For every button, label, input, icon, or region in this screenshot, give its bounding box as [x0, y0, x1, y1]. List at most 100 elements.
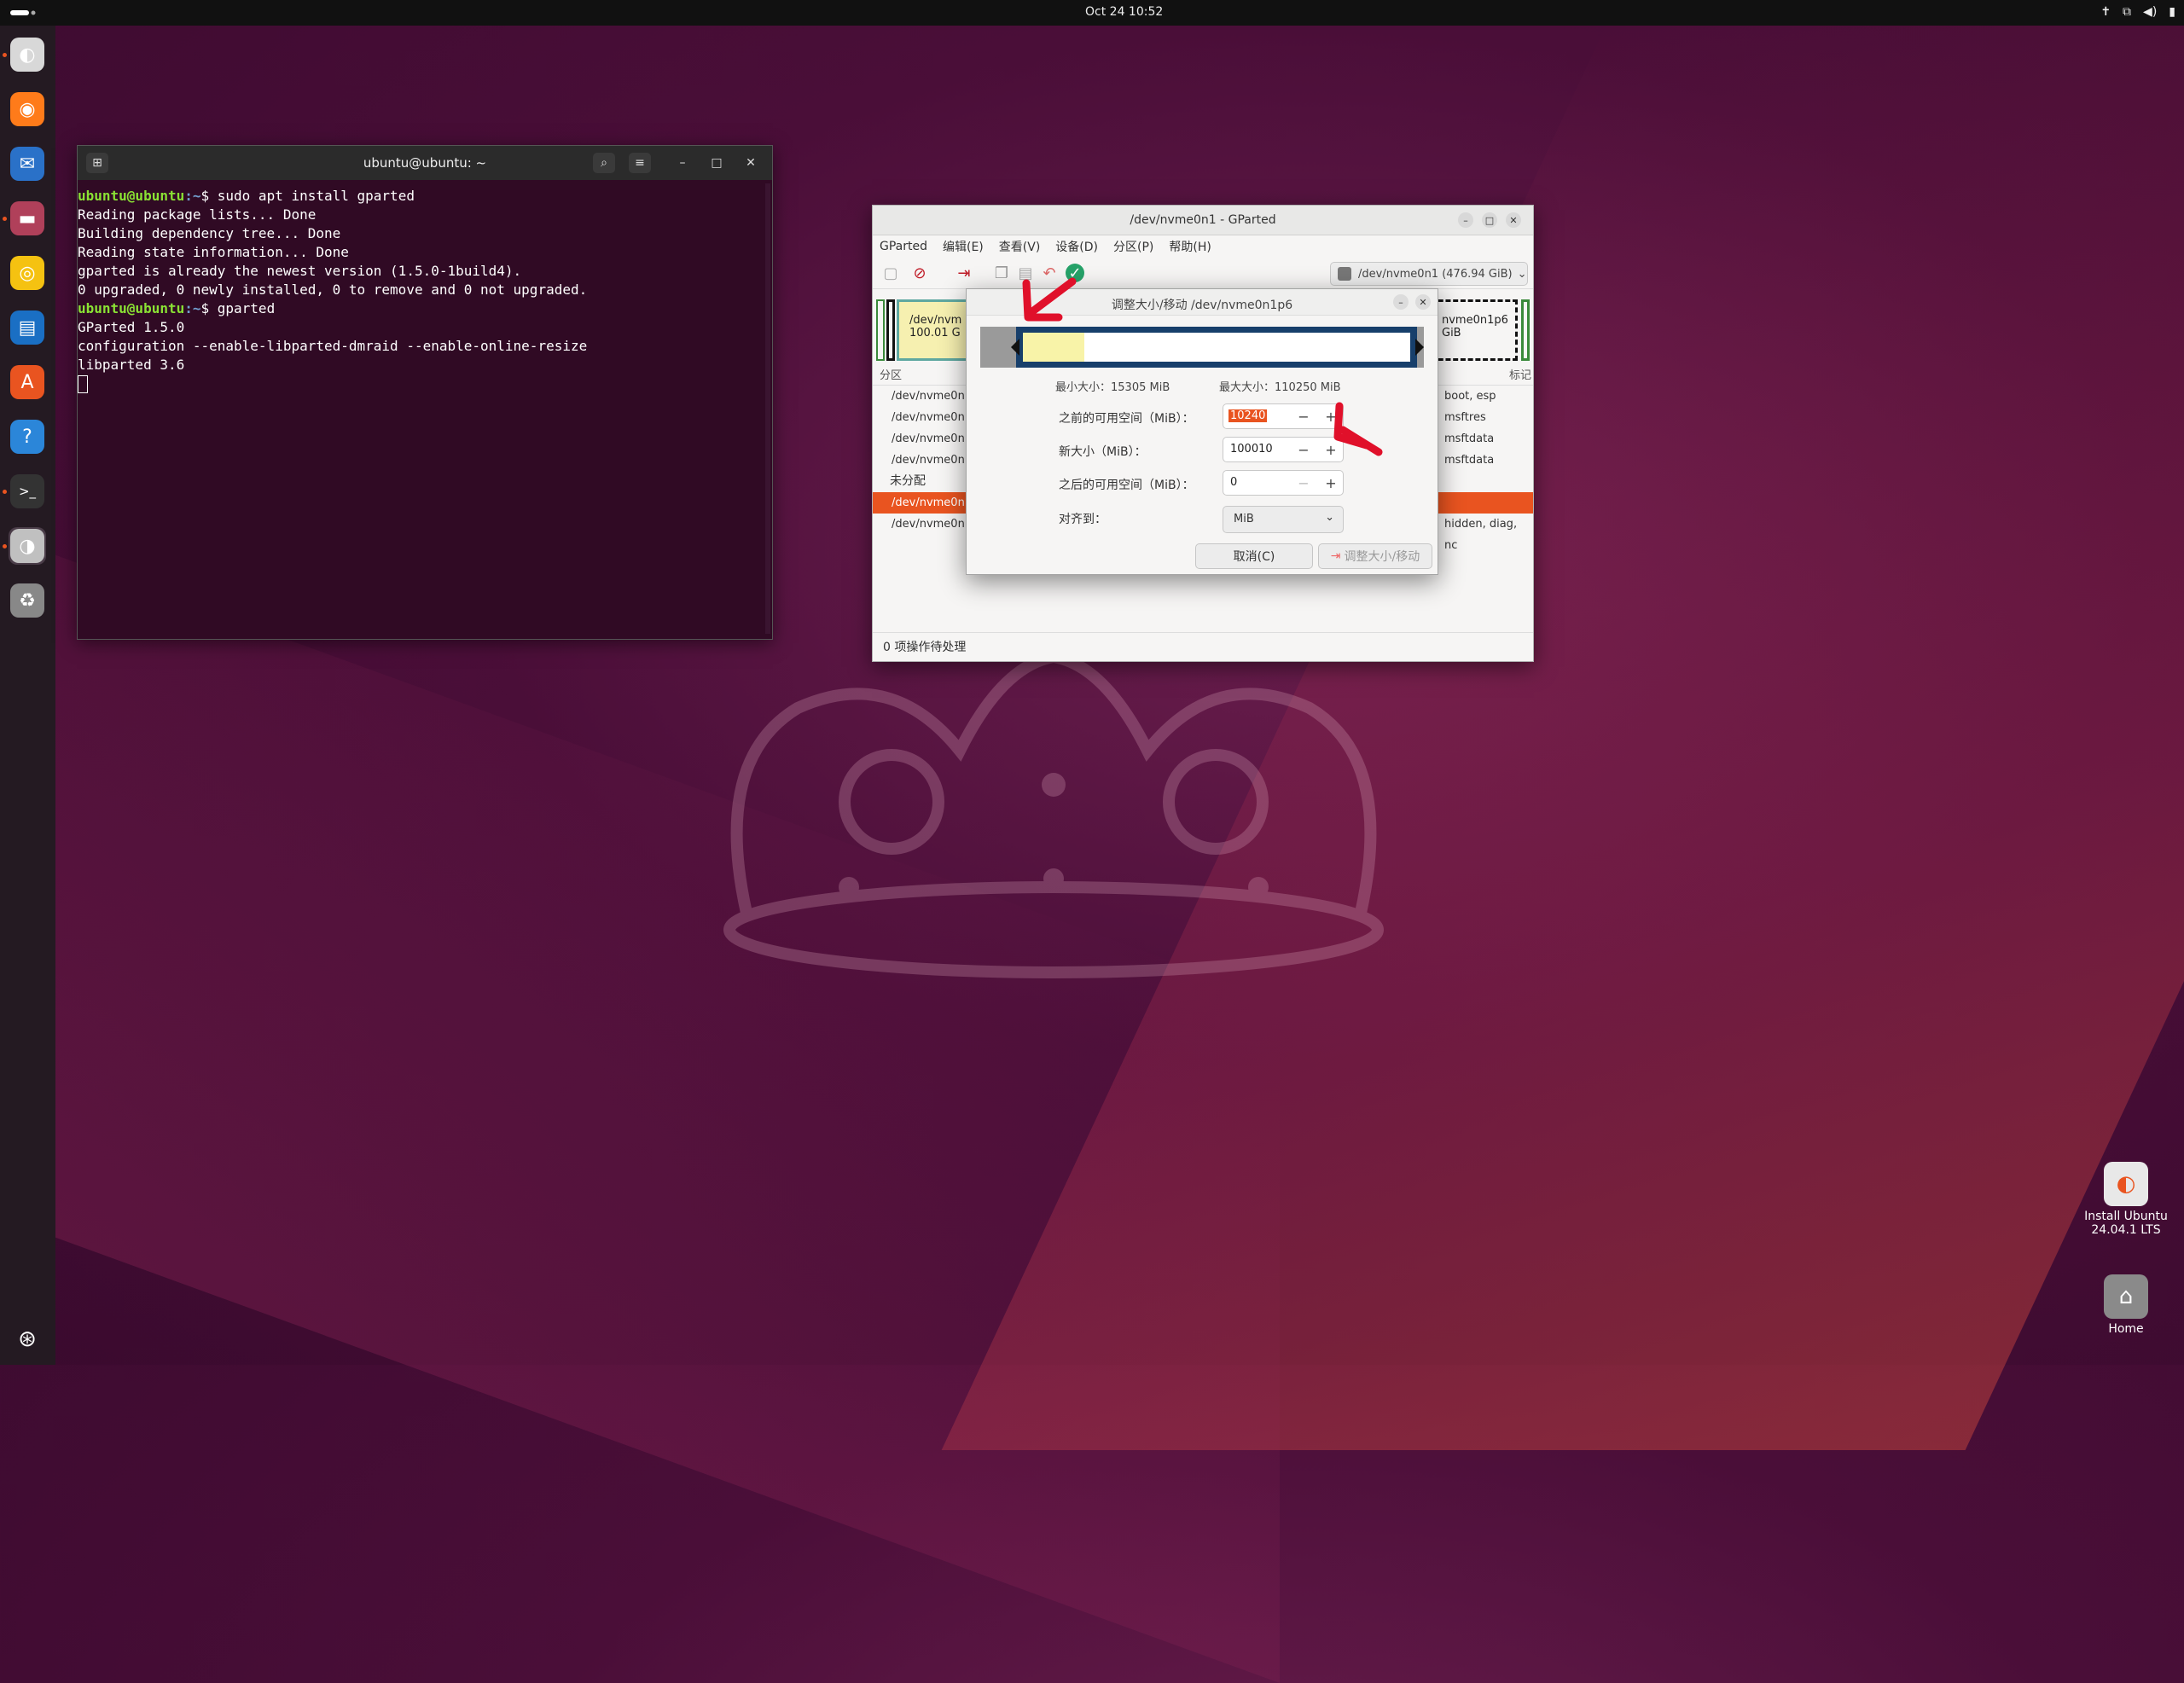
menu-item-1[interactable]: 编辑(E) — [943, 238, 984, 255]
volume-icon[interactable]: ◀) — [2143, 5, 2157, 19]
terminal-header[interactable]: ⊞ ubuntu@ubuntu: ~ ⌕ ≡ – □ ✕ — [78, 146, 772, 180]
cancel-label: 取消(C) — [1233, 550, 1275, 564]
row-partition: /dev/nvme0n — [892, 454, 965, 467]
free-after-spin[interactable]: 0 − + — [1223, 470, 1344, 496]
delete-icon[interactable]: ⊘ — [910, 264, 929, 282]
dock: ◐ ◉ ✉ ▬ ◎ ▤ A? >_ ◑ ♻ ⊛ — [0, 26, 55, 1365]
toolbar: ▢ ⊘ ⇥ ❐ ▤ ↶ ✓ /dev/nvme0n1 (476.94 GiB) ⌄ — [873, 258, 1533, 289]
show-apps-icon[interactable]: ⊛ — [9, 1320, 46, 1358]
resize-move-button[interactable]: ⇥ 调整大小/移动 — [1318, 543, 1432, 569]
cancel-button[interactable]: 取消(C) — [1195, 543, 1313, 569]
minimize-icon[interactable]: – — [1393, 294, 1409, 310]
search-icon[interactable]: ⌕ — [593, 153, 615, 173]
min-size-label: 最小大小： — [1055, 381, 1112, 394]
menu-item-3[interactable]: 设备(D) — [1055, 238, 1098, 255]
dock-help-icon[interactable]: ? — [9, 418, 46, 456]
row-partition: 未分配 — [890, 474, 926, 488]
minimize-icon[interactable]: – — [671, 153, 694, 173]
dock-thunderbird-icon[interactable]: ✉ — [9, 145, 46, 183]
row-flags: boot, esp — [1444, 390, 1496, 403]
output-line: Reading package lists... Done — [78, 206, 317, 223]
decrement-icon[interactable]: − — [1292, 407, 1316, 426]
row-partition: /dev/nvme0n — [892, 518, 965, 531]
install-label-1: Install Ubuntu — [2084, 1210, 2168, 1223]
dock-writer-icon[interactable]: ▤ — [9, 309, 46, 346]
device-selector[interactable]: /dev/nvme0n1 (476.94 GiB) ⌄ — [1330, 262, 1528, 286]
partition-frame[interactable] — [1016, 327, 1417, 368]
partition-resizer[interactable] — [980, 327, 1424, 368]
dock-files-icon[interactable]: ▬ — [9, 200, 46, 237]
min-size-value: 15305 MiB — [1111, 381, 1170, 394]
gparted-header[interactable]: /dev/nvme0n1 - GParted – □ ✕ — [873, 206, 1533, 235]
dock-installer-icon[interactable]: ◐ — [9, 36, 46, 73]
close-icon[interactable]: ✕ — [1415, 294, 1431, 310]
dock-gparted-icon[interactable]: ◑ — [9, 527, 46, 565]
free-before-value[interactable]: 10240 — [1228, 409, 1268, 422]
prompt-user: ubuntu@ubuntu — [78, 300, 185, 316]
partition-block[interactable] — [876, 299, 885, 361]
partition-block-selected[interactable]: nvme0n1p6 GiB — [1431, 299, 1518, 361]
partition-block[interactable]: /dev/nvm 100.01 G — [897, 299, 973, 361]
output-line: 0 upgraded, 0 newly installed, 0 to remo… — [78, 281, 588, 298]
annotation-arrow-icon — [1022, 277, 1077, 322]
resize-move-icon[interactable]: ⇥ — [955, 264, 973, 282]
network-icon[interactable]: ⧉ — [2123, 5, 2131, 19]
dock-glyph: A — [10, 365, 44, 399]
close-icon[interactable]: ✕ — [1506, 212, 1521, 228]
clock[interactable]: Oct 24 10:52 — [1085, 5, 1163, 19]
column-partition[interactable]: 分区 — [880, 369, 902, 382]
align-combo[interactable]: MiB ⌄ — [1223, 506, 1344, 533]
menu-item-0[interactable]: GParted — [880, 240, 927, 253]
maximize-icon[interactable]: □ — [1482, 212, 1497, 228]
menu-item-2[interactable]: 查看(V) — [999, 238, 1041, 255]
menu-item-4[interactable]: 分区(P) — [1113, 238, 1153, 255]
accessibility-icon[interactable]: ✝ — [2100, 5, 2111, 19]
copy-icon[interactable]: ❐ — [992, 264, 1011, 282]
disk-icon — [1338, 267, 1351, 281]
dock-app-center-icon[interactable]: A — [9, 363, 46, 401]
free-after-value[interactable]: 0 — [1230, 476, 1237, 489]
decrement-icon[interactable]: − — [1292, 473, 1316, 492]
install-label-2: 24.04.1 LTS — [2091, 1223, 2161, 1237]
row-partition: /dev/nvme0n — [892, 432, 965, 445]
battery-icon[interactable]: ▮ — [2169, 5, 2175, 19]
system-tray[interactable]: ✝ ⧉ ◀) ▮ — [2100, 5, 2175, 19]
output-line: configuration --enable-libparted-dmraid … — [78, 338, 588, 354]
new-size-spin[interactable]: 100010− + — [1223, 437, 1344, 462]
maximize-icon[interactable]: □ — [706, 153, 728, 173]
terminal-scrollbar[interactable] — [765, 183, 770, 634]
dock-trash-icon[interactable]: ♻ — [9, 582, 46, 619]
minimize-icon[interactable]: – — [1458, 212, 1473, 228]
align-label: 对齐到： — [1059, 513, 1107, 526]
max-size-label: 最大大小： — [1219, 381, 1275, 394]
menu-icon[interactable]: ≡ — [629, 153, 651, 173]
column-label[interactable]: 标记 — [1509, 368, 1531, 385]
decrement-icon[interactable]: − — [1292, 440, 1316, 459]
terminal-output[interactable]: ubuntu@ubuntu:~$ sudo apt install gparte… — [78, 180, 772, 393]
partition-block[interactable] — [886, 299, 895, 361]
free-before-spin[interactable]: 10240− + — [1223, 403, 1344, 429]
menu-item-5[interactable]: 帮助(H) — [1169, 238, 1211, 255]
output-line: gparted is already the newest version (1… — [78, 263, 522, 279]
right-resize-handle[interactable] — [1415, 339, 1424, 356]
dock-terminal-icon[interactable]: >_ — [9, 473, 46, 510]
prompt-sign: $ — [200, 300, 218, 316]
activities-indicator[interactable] — [10, 9, 36, 16]
dock-firefox-icon[interactable]: ◉ — [9, 90, 46, 128]
output-line: libparted 3.6 — [78, 357, 185, 373]
close-icon[interactable]: ✕ — [740, 153, 762, 173]
command-line: gparted — [217, 300, 276, 316]
terminal-window[interactable]: ⊞ ubuntu@ubuntu: ~ ⌕ ≡ – □ ✕ ubuntu@ubun… — [77, 145, 773, 640]
command-line: sudo apt install gparted — [217, 188, 415, 204]
desktop-icon-install[interactable]: ◐ Install Ubuntu 24.04.1 LTS — [2082, 1162, 2170, 1237]
increment-icon[interactable]: + — [1319, 473, 1343, 492]
new-partition-icon[interactable]: ▢ — [881, 264, 900, 282]
partition-block[interactable] — [1521, 299, 1530, 361]
new-size-value[interactable]: 100010 — [1230, 443, 1273, 456]
device-label: /dev/nvme0n1 (476.94 GiB) — [1358, 267, 1513, 281]
output-line: Reading state information... Done — [78, 244, 349, 260]
desktop-icon-home[interactable]: ⌂ Home — [2082, 1274, 2170, 1336]
left-resize-handle[interactable] — [1011, 339, 1019, 356]
dock-rhythmbox-icon[interactable]: ◎ — [9, 254, 46, 292]
terminal-title: ubuntu@ubuntu: ~ — [363, 155, 487, 171]
